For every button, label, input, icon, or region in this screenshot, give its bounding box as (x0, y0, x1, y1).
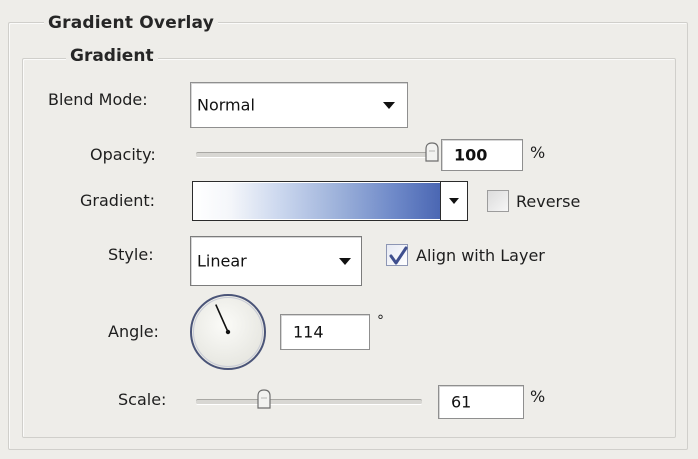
style-select[interactable]: Linear (190, 236, 362, 286)
reverse-label[interactable]: Reverse (516, 192, 580, 211)
angle-dial[interactable] (188, 292, 268, 372)
gradient-preview[interactable] (194, 183, 440, 219)
opacity-slider-thumb[interactable] (425, 142, 439, 162)
scale-label: Scale: (118, 390, 167, 409)
opacity-unit: % (530, 143, 546, 162)
reverse-checkbox[interactable] (487, 190, 509, 212)
angle-unit: ° (377, 313, 384, 329)
blend-mode-value: Normal (197, 95, 255, 115)
chevron-down-icon (339, 258, 351, 265)
style-value: Linear (197, 251, 247, 271)
scale-unit: % (530, 387, 546, 406)
opacity-value: 100 (454, 145, 488, 165)
scale-input[interactable]: 61 (438, 385, 524, 419)
gradient-dropdown-button[interactable] (440, 182, 467, 220)
scale-slider-thumb[interactable] (257, 389, 271, 409)
gradient-picker[interactable] (192, 181, 468, 221)
section-title: Gradient Overlay (44, 13, 218, 33)
checkmark-icon (389, 246, 408, 265)
align-with-layer-checkbox[interactable] (386, 244, 408, 266)
opacity-slider-track[interactable] (196, 152, 432, 158)
gradient-overlay-panel: Gradient Overlay Gradient Blend Mode: No… (0, 0, 698, 459)
scale-value: 61 (451, 392, 472, 412)
align-with-layer-label[interactable]: Align with Layer (416, 246, 545, 265)
opacity-label: Opacity: (90, 145, 156, 164)
chevron-down-icon (449, 198, 459, 204)
blend-mode-label: Blend Mode: (48, 90, 148, 109)
style-label: Style: (108, 245, 154, 264)
angle-input[interactable]: 114 (280, 314, 370, 350)
gradient-label: Gradient: (80, 191, 156, 210)
scale-slider-track[interactable] (196, 399, 422, 405)
angle-label: Angle: (108, 322, 159, 341)
blend-mode-select[interactable]: Normal (190, 82, 408, 128)
group-title: Gradient (66, 46, 158, 66)
opacity-input[interactable]: 100 (441, 139, 523, 171)
angle-value: 114 (293, 322, 324, 342)
chevron-down-icon (383, 102, 395, 109)
